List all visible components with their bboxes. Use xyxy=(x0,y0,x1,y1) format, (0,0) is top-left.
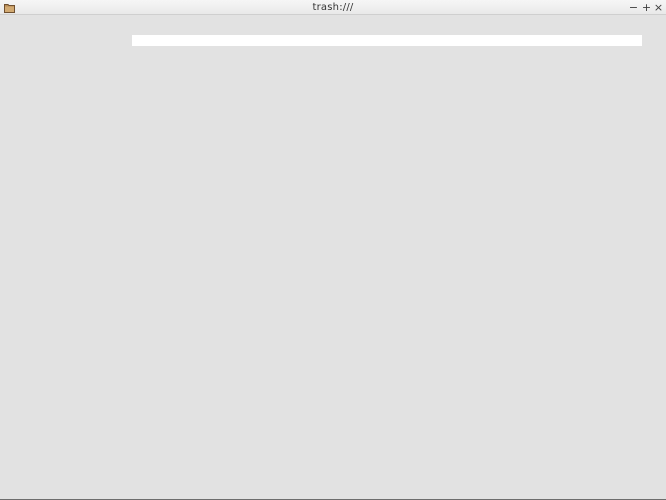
sidebar xyxy=(0,15,124,499)
window-title: trash:/// xyxy=(312,2,354,13)
close-icon[interactable]: × xyxy=(653,2,664,13)
minimize-icon[interactable]: − xyxy=(628,2,639,13)
window-titlebar[interactable]: trash:/// − + × xyxy=(0,0,666,15)
location-input[interactable] xyxy=(132,35,642,46)
file-manager-window: trash:/// − + × xyxy=(0,0,666,500)
main-content xyxy=(124,15,666,499)
maximize-icon[interactable]: + xyxy=(641,2,652,13)
